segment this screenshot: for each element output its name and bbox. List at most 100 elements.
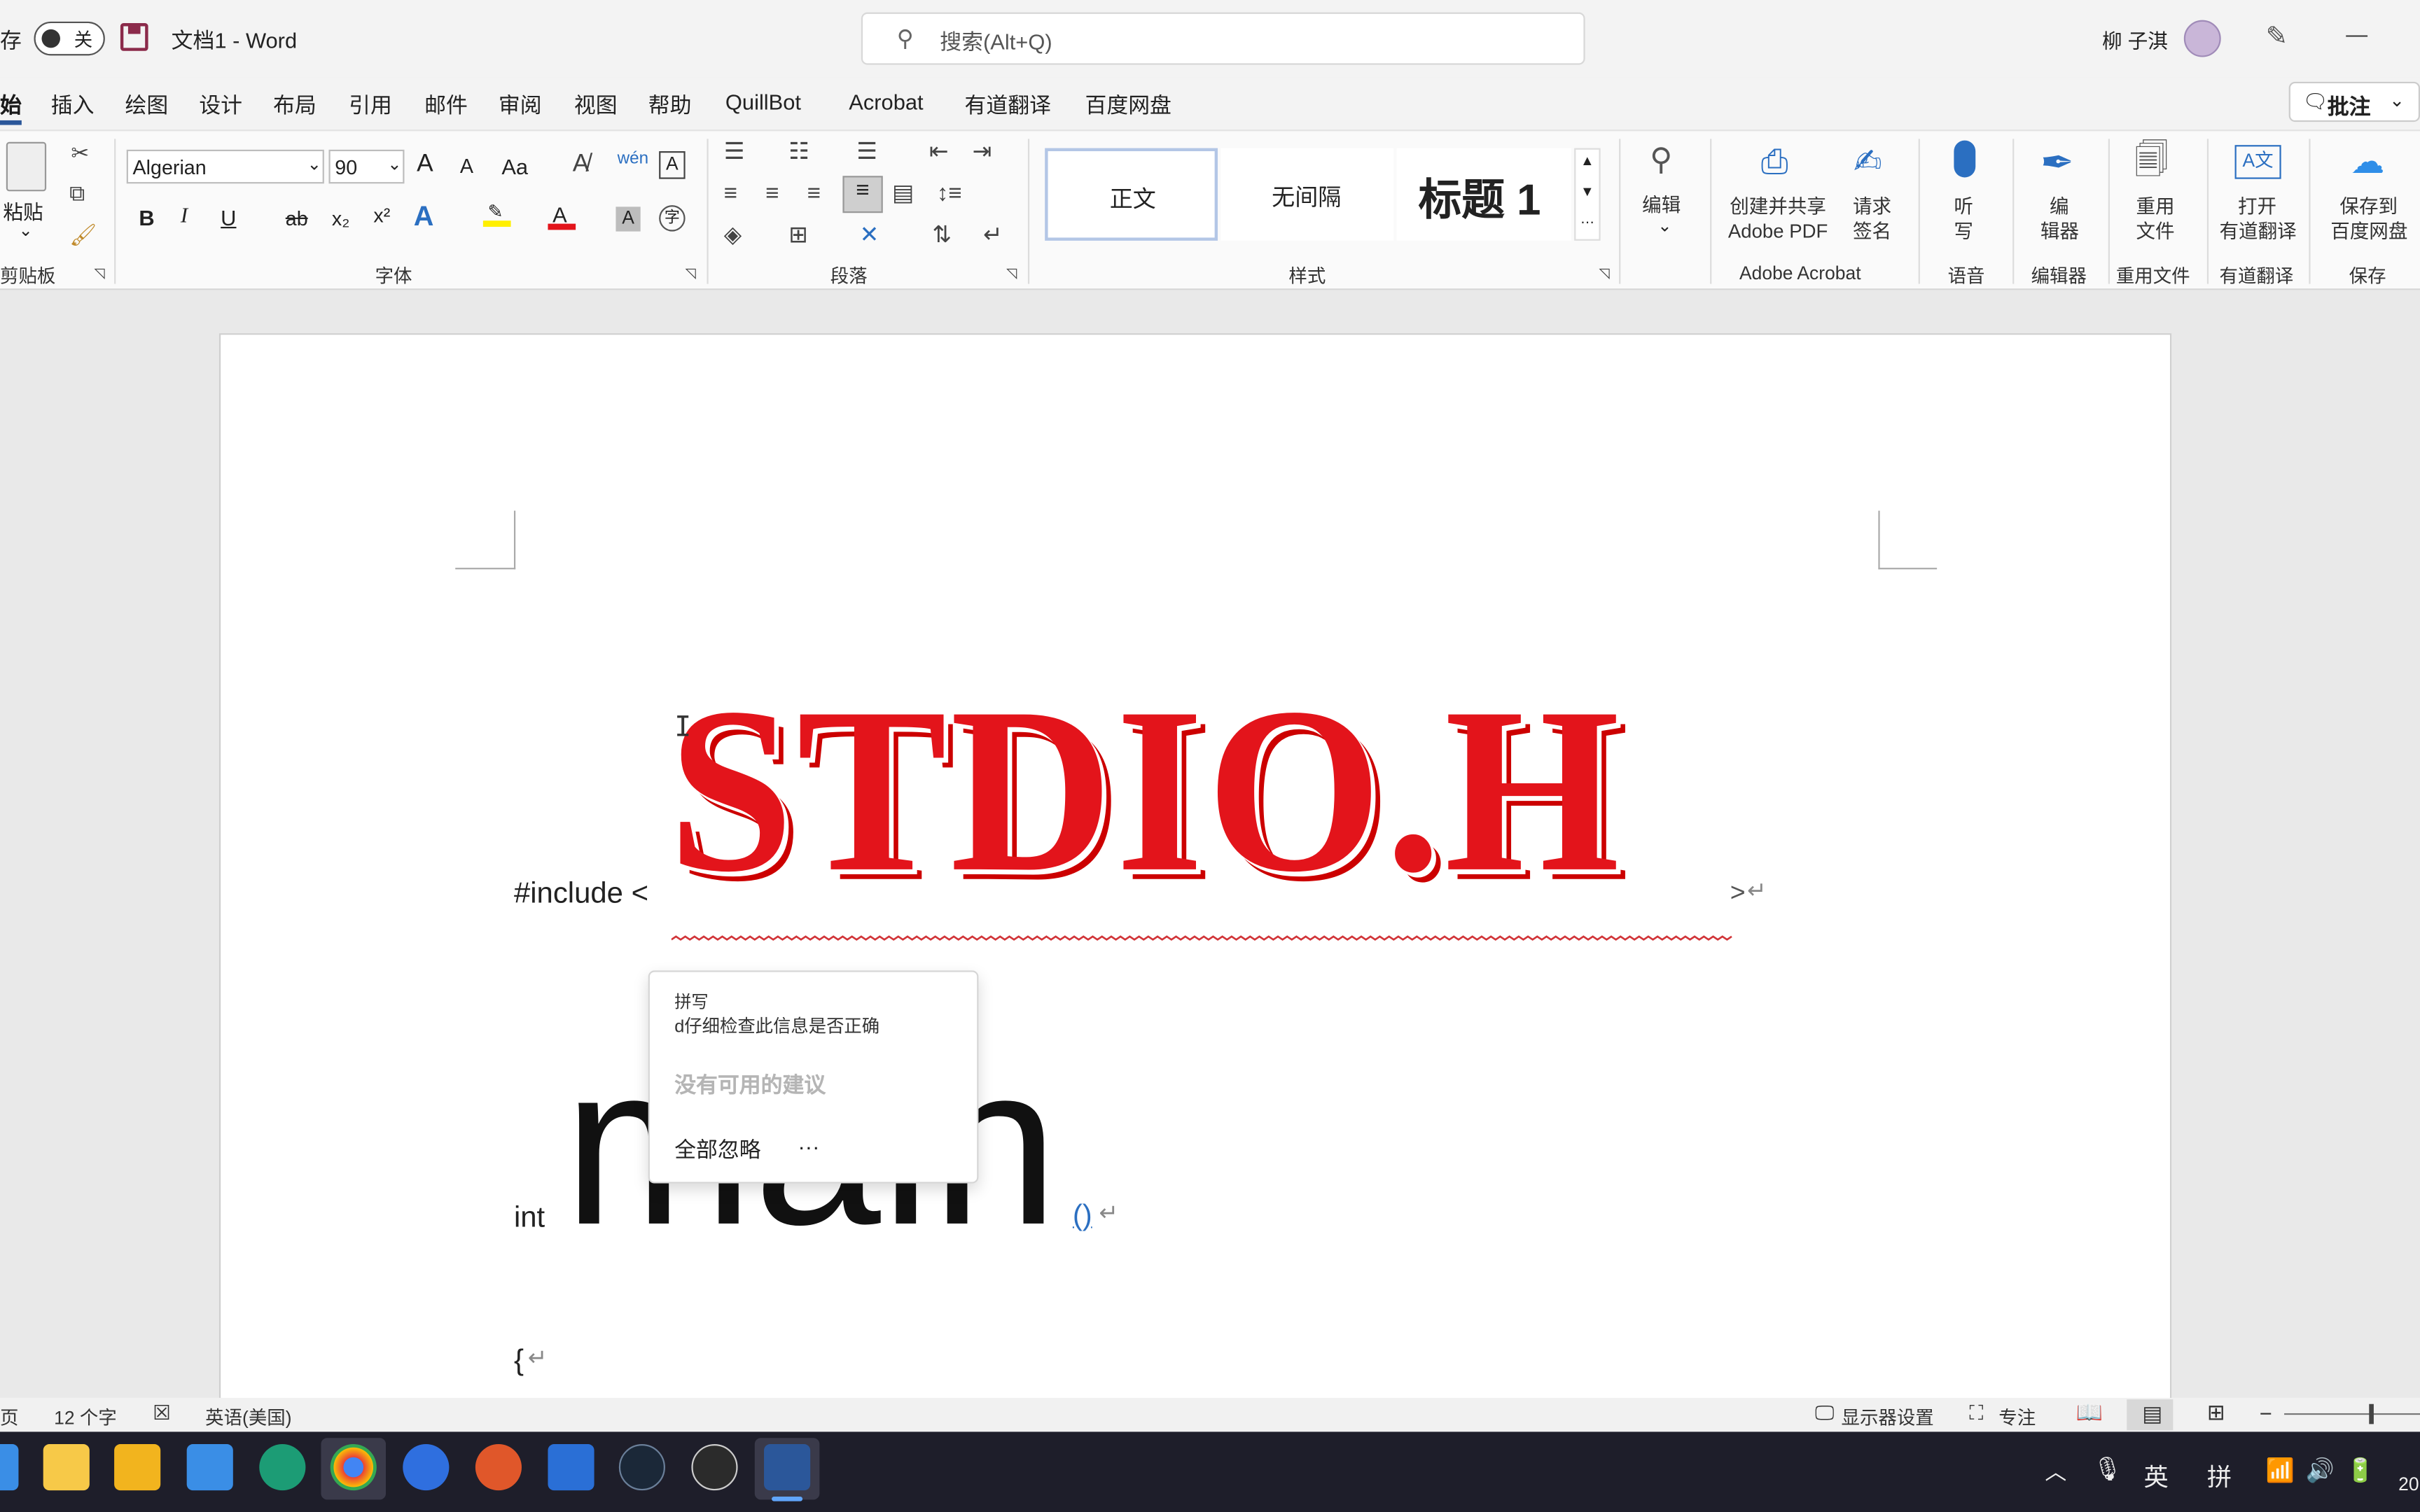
word-count[interactable]: 12 个字 [54,1404,117,1430]
obs-icon[interactable] [691,1444,738,1491]
request-sign-icon[interactable]: ✍ [1854,144,1882,178]
tray-chevron-up-icon[interactable]: ︿ [2045,1457,2066,1488]
editor-label-1[interactable]: 编 [2050,195,2069,219]
ignore-all-button[interactable]: 全部忽略 [674,1134,760,1165]
char-shading-icon[interactable]: A [616,206,641,232]
bird-app-icon[interactable] [186,1444,233,1491]
int-text[interactable]: int [514,1202,545,1236]
tab-acrobat[interactable]: Acrobat [849,90,923,114]
tab-help[interactable]: 帮助 [648,90,692,120]
copy-icon[interactable]: ⧉ [69,182,85,204]
clock[interactable]: 20 [2398,1474,2419,1495]
char-border-icon[interactable]: A [659,151,686,179]
tab-view[interactable]: 视图 [574,90,618,120]
style-normal[interactable]: 正文 [1045,148,1218,241]
comments-button[interactable]: 🗨 批注 ⌄ [2288,81,2420,122]
multilevel-list-icon[interactable]: ☰ [856,141,877,164]
pen-icon[interactable]: ✎ [2266,22,2288,52]
editing-button[interactable]: 编辑 [1642,193,1681,218]
font-launcher-icon[interactable]: ◹ [686,266,696,281]
display-settings[interactable]: 显示器设置 [1841,1404,1933,1430]
parens-text[interactable]: () [1073,1200,1092,1234]
pdf-share-icon[interactable]: ⎙ [1761,144,1788,178]
format-painter-icon[interactable]: 🖌 [69,224,97,246]
borders-icon[interactable]: ⊞ [788,224,808,247]
ime-language[interactable]: 英 [2143,1457,2168,1494]
show-marks-icon[interactable]: ↵ [983,224,1003,247]
display-settings-icon[interactable]: 🖵 [1815,1401,1835,1425]
dictate-label-1[interactable]: 听 [1954,195,1973,219]
wifi-icon[interactable]: 📶 [2266,1457,2295,1484]
ime-mode[interactable]: 拼 [2207,1457,2232,1494]
baidu-cloud-icon[interactable]: ☁ [2351,144,2384,178]
line-spacing-icon[interactable]: ↕≡ [937,182,962,205]
tab-references[interactable]: 引用 [349,90,392,120]
shrink-font-button[interactable]: A [460,154,473,177]
tab-quillbot[interactable]: QuillBot [725,90,801,114]
stdio-h-text[interactable]: STDIO.H [668,672,1622,909]
tab-insert[interactable]: 插入 [51,90,95,120]
tab-youdao[interactable]: 有道翻译 [965,90,1051,120]
style-no-spacing[interactable]: 无间隔 [1221,148,1394,241]
phonetic-guide-icon[interactable]: wén [618,150,648,168]
sort-icon[interactable]: ⇅ [932,224,952,247]
avatar[interactable] [2183,20,2221,57]
cut-icon[interactable]: ✂ [71,142,89,164]
page-indicator[interactable]: 页 [0,1404,18,1430]
tab-home[interactable]: 始 [0,90,22,120]
subscript-button[interactable]: x₂ [332,206,349,230]
steam-icon[interactable] [618,1444,665,1491]
search-box[interactable]: ⚲ 搜索(Alt+Q) [861,12,1585,65]
more-options-button[interactable]: ··· [798,1134,820,1158]
microphone-icon[interactable] [1954,140,1976,178]
zoom-slider[interactable] [2284,1413,2420,1415]
focus-button[interactable]: 专注 [1998,1404,2036,1430]
find-icon[interactable]: ⚲ [1650,145,1672,176]
sticky-notes-icon[interactable] [43,1444,90,1491]
numbering-icon[interactable]: ☷ [788,141,809,164]
bold-button[interactable]: B [139,205,154,230]
grow-font-button[interactable]: A [417,151,433,179]
youdao-label-2[interactable]: 有道翻译 [2219,219,2296,244]
tab-baidu[interactable]: 百度网盘 [1085,90,1171,120]
change-case-button[interactable]: Aa [501,154,528,178]
youdao-label-1[interactable]: 打开 [2238,195,2276,219]
strikethrough-button[interactable]: ab [286,206,308,230]
read-mode-icon[interactable]: 📖 [2076,1399,2103,1425]
origin-icon[interactable] [475,1444,522,1491]
dictate-label-2[interactable]: 写 [1954,219,1973,244]
include-close[interactable]: > [1730,878,1746,909]
zoom-out-button[interactable]: − [2260,1401,2272,1425]
focus-icon[interactable]: ⛶ [1969,1401,1983,1425]
translate-icon[interactable]: A文 [2234,145,2281,179]
align-left-icon[interactable]: ≡ [724,182,737,205]
bullets-icon[interactable]: ☰ [724,141,745,164]
edge-icon[interactable] [259,1444,306,1491]
shading-icon[interactable]: ◈ [724,224,742,247]
paragraph-launcher-icon[interactable]: ◹ [1006,266,1017,281]
zoom-slider-thumb[interactable] [2369,1404,2374,1424]
style-heading1[interactable]: 标题 1 [1396,148,1571,241]
decrease-indent-icon[interactable]: ⇤ [929,141,949,164]
clipboard-launcher-icon[interactable]: ◹ [94,266,104,281]
chrome-icon[interactable] [330,1444,377,1491]
chinese-layout-icon[interactable]: ✕ [860,224,879,247]
editor-label-2[interactable]: 辑器 [2040,219,2079,244]
baidu-label-1[interactable]: 保存到 [2339,195,2398,219]
file-explorer-icon[interactable] [114,1444,161,1491]
font-color-icon[interactable]: A [548,202,576,230]
brace-text[interactable]: { [514,1345,524,1379]
tab-mailings[interactable]: 邮件 [424,90,468,120]
autosave-toggle[interactable]: 关 [34,21,105,56]
justify-icon[interactable]: ≡ [842,176,883,214]
tray-mic-icon[interactable]: 🎙 [2093,1455,2122,1483]
request-label[interactable]: 请求 [1846,195,1898,219]
sign-label[interactable]: 签名 [1846,219,1898,244]
paste-chevron-icon[interactable]: ⌄ [18,220,32,240]
save-icon[interactable] [120,23,148,51]
tab-draw[interactable]: 绘图 [125,90,169,120]
document-page[interactable]: #include < STDIO.H > ↵ I int main () ↵ {… [218,333,2172,1413]
language-indicator[interactable]: 英语(美国) [205,1404,291,1430]
align-center-icon[interactable]: ≡ [765,182,779,205]
enclose-char-icon[interactable]: 字 [659,205,686,232]
